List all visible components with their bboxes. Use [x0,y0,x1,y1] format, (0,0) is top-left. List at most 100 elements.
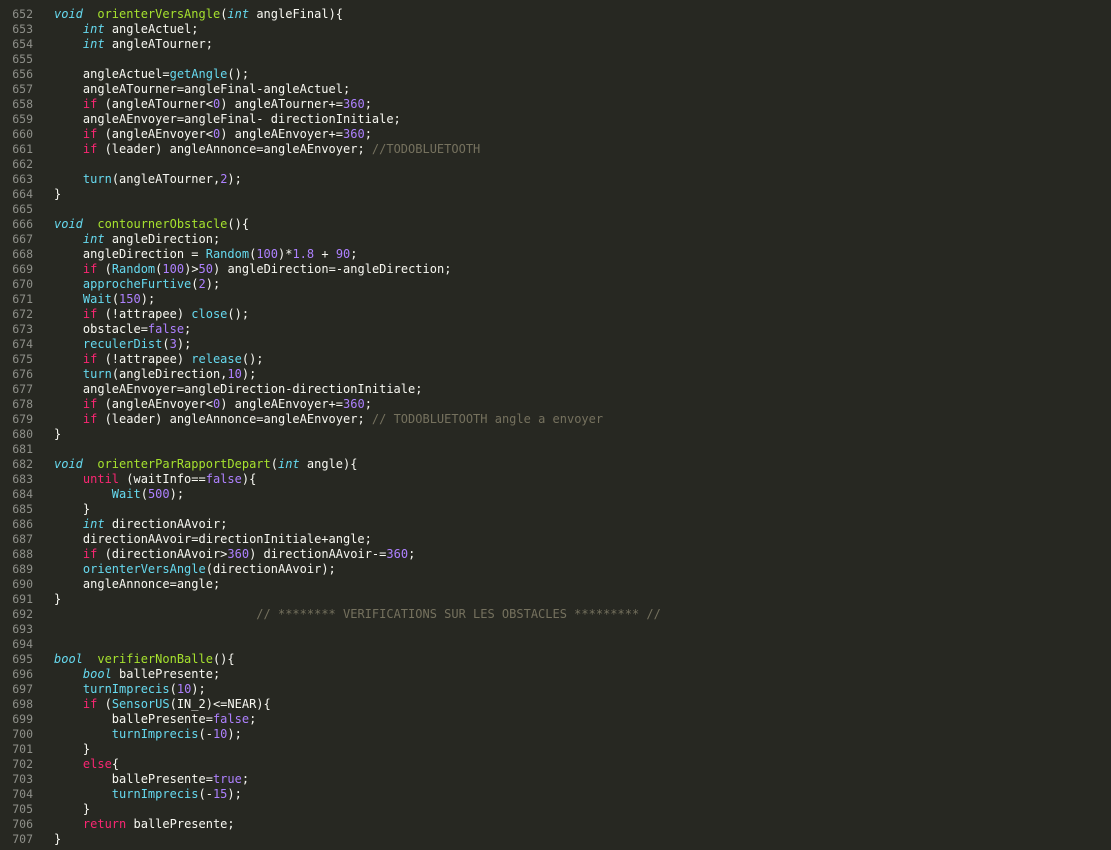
code-line[interactable]: 674 reculerDist(3); [0,337,1111,352]
line-number: 663 [12,172,33,186]
code-line[interactable]: 677 angleAEnvoyer=angleDirection-directi… [0,382,1111,397]
code-line[interactable]: 687 directionAAvoir=directionInitiale+an… [0,532,1111,547]
code-line[interactable]: 664} [0,187,1111,202]
code-token: angleDirection; [104,232,221,246]
code-line[interactable]: 680} [0,427,1111,442]
code-line[interactable]: 686 int directionAAvoir; [0,517,1111,532]
code-token: )* [278,247,293,261]
code-line[interactable]: 669 if (Random(100)>50) angleDirection=-… [0,262,1111,277]
code-line[interactable]: 701 } [0,742,1111,757]
code-token: 50 [198,262,213,276]
code-line[interactable]: 672 if (!attrapee) close(); [0,307,1111,322]
code-token: ; [408,547,416,561]
code-line[interactable]: 665 [0,202,1111,217]
code-line[interactable]: 656 angleActuel=getAngle(); [0,67,1111,82]
code-line[interactable]: 653 int angleActuel; [0,22,1111,37]
code-line[interactable]: 696 bool ballePresente; [0,667,1111,682]
code-line[interactable]: 702 else{ [0,757,1111,772]
code-token: (leader) angleAnnonce=angleAEnvoyer; [97,412,372,426]
code-line[interactable]: 693 [0,622,1111,637]
code-line[interactable]: 707} [0,832,1111,847]
code-line[interactable]: 657 angleATourner=angleFinal-angleActuel… [0,82,1111,97]
code-line[interactable]: 704 turnImprecis(-15); [0,787,1111,802]
line-code: void contournerObstacle(){ [54,217,249,231]
code-line[interactable]: 654 int angleATourner; [0,37,1111,52]
line-number: 694 [12,637,33,651]
code-line[interactable]: 668 angleDirection = Random(100)*1.8 + 9… [0,247,1111,262]
code-token: if [82,697,98,711]
code-line[interactable]: 695 bool verifierNonBalle(){ [0,652,1111,667]
code-line[interactable]: 692 // ******** VERIFICATIONS SUR LES OB… [0,607,1111,622]
code-line[interactable]: 671 Wait(150); [0,292,1111,307]
line-number: 662 [12,157,33,171]
line-code: Wait(500); [54,487,184,501]
code-line[interactable]: 679 if (leader) angleAnnonce=angleAEnvoy… [0,412,1111,427]
code-line[interactable]: 688 if (directionAAvoir>360) directionAA… [0,547,1111,562]
line-number: 699 [12,712,33,726]
code-line[interactable]: 682 void orienterParRapportDepart(int ang… [0,457,1111,472]
code-line[interactable]: 699 ballePresente=false; [0,712,1111,727]
code-line[interactable]: 652 void orienterVersAngle(int angleFinal… [0,7,1111,22]
line-number: 670 [12,277,33,291]
code-token: angleAnnonce=angle; [54,577,221,591]
line-number: 700 [12,727,33,741]
line-code: } [54,187,61,201]
line-number: 691 [12,592,33,606]
line-number: 687 [12,532,33,546]
line-number: 704 [12,787,33,801]
code-token: 360 [343,127,365,141]
code-line[interactable]: 662 [0,157,1111,172]
code-line[interactable]: 655 [0,52,1111,67]
code-token: ); [191,682,206,696]
code-line[interactable]: 684 Wait(500); [0,487,1111,502]
code-line[interactable]: 658 if (angleATourner<0) angleATourner+=… [0,97,1111,112]
code-token: getAngle [169,67,228,81]
code-token: int [82,22,105,36]
line-code: angleAEnvoyer=angleDirection-directionIn… [54,382,423,396]
code-line[interactable]: 663 turn(angleATourner,2); [0,172,1111,187]
code-line[interactable]: 689 orienterVersAngle(directionAAvoir); [0,562,1111,577]
code-token: 3 [169,337,177,351]
code-line[interactable]: 703 ballePresente=true; [0,772,1111,787]
code-line[interactable]: 685 } [0,502,1111,517]
code-line[interactable]: 697 turnImprecis(10); [0,682,1111,697]
code-line[interactable]: 678 if (angleAEnvoyer<0) angleAEnvoyer+=… [0,397,1111,412]
code-line[interactable]: 683 until (waitInfo==false){ [0,472,1111,487]
code-line[interactable]: 670 approcheFurtive(2); [0,277,1111,292]
code-token: angleAEnvoyer=angleDirection-directionIn… [54,382,423,396]
code-line[interactable]: 698 if (SensorUS(IN_2)<=NEAR){ [0,697,1111,712]
code-token: } [54,187,62,201]
code-token: ( [111,292,120,306]
code-token: false [212,712,250,726]
code-token: ( [97,697,112,711]
code-line[interactable]: 661 if (leader) angleAnnonce=angleAEnvoy… [0,142,1111,157]
code-line[interactable]: 700 turnImprecis(-10); [0,727,1111,742]
code-token: } [54,592,62,606]
code-line[interactable]: 690 angleAnnonce=angle; [0,577,1111,592]
code-line[interactable]: 666 void contournerObstacle(){ [0,217,1111,232]
code-line[interactable]: 667 int angleDirection; [0,232,1111,247]
code-line[interactable]: 673 obstacle=false; [0,322,1111,337]
code-line[interactable]: 694 [0,637,1111,652]
code-line[interactable]: 660 if (angleAEnvoyer<0) angleAEnvoyer+=… [0,127,1111,142]
code-line[interactable]: 705 } [0,802,1111,817]
code-editor[interactable]: 652 void orienterVersAngle(int angleFinal… [0,0,1111,850]
line-code: if (directionAAvoir>360) directionAAvoir… [54,547,415,561]
code-token: ( [162,337,170,351]
code-line[interactable]: 659 angleAEnvoyer=angleFinal- directionI… [0,112,1111,127]
line-code: } [54,592,61,606]
code-token: } [54,502,91,516]
code-line[interactable]: 675 if (!attrapee) release(); [0,352,1111,367]
code-line[interactable]: 691} [0,592,1111,607]
line-code: } [54,502,90,516]
code-token: if [82,412,98,426]
code-line[interactable]: 706 return ballePresente; [0,817,1111,832]
code-line[interactable]: 676 turn(angleDirection,10); [0,367,1111,382]
code-line[interactable]: 681 [0,442,1111,457]
line-code: until (waitInfo==false){ [54,472,256,486]
line-number: 654 [12,37,33,51]
